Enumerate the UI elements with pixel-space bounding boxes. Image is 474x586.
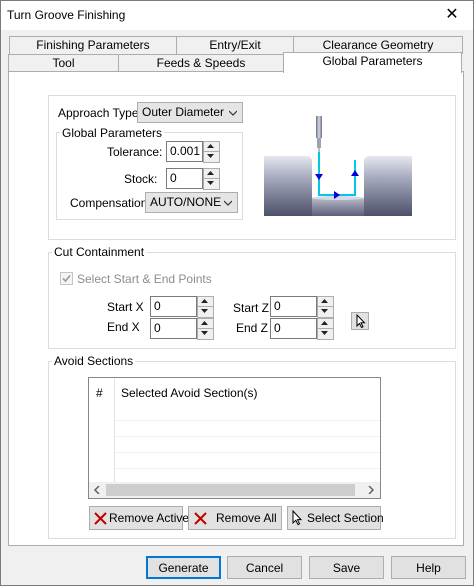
tolerance-field[interactable]: 0.001: [166, 141, 203, 162]
arrow-up-icon: [201, 299, 208, 303]
remove-all-button[interactable]: Remove All: [188, 506, 282, 530]
grid-line: [115, 420, 380, 421]
end-z-label: End Z: [236, 321, 269, 335]
chevron-down-icon: [224, 200, 232, 206]
red-x-icon: [94, 512, 107, 525]
scroll-right-icon[interactable]: [367, 486, 375, 494]
tab-tool[interactable]: Tool: [8, 54, 119, 72]
end-x-spinner[interactable]: [197, 318, 214, 340]
arrow-down-icon: [201, 331, 208, 335]
approach-type-select[interactable]: Outer Diameter: [137, 102, 243, 123]
save-button[interactable]: Save: [309, 556, 384, 579]
stock-label: Stock:: [124, 172, 158, 186]
chevron-down-icon: [229, 110, 237, 116]
help-button[interactable]: Help: [391, 556, 466, 579]
tab-finishing-parameters[interactable]: Finishing Parameters: [9, 36, 177, 54]
groove-illustration: [264, 116, 412, 216]
arrow-down-icon: [207, 154, 214, 158]
global-parameters-title: Global Parameters: [60, 126, 165, 140]
close-icon[interactable]: ✕: [445, 6, 458, 23]
scroll-left-icon[interactable]: [93, 486, 101, 494]
window-title: Turn Groove Finishing: [7, 8, 126, 22]
tolerance-label: Tolerance:: [107, 145, 163, 159]
end-z-field[interactable]: 0: [270, 318, 317, 339]
grid-line: [115, 436, 380, 437]
cancel-button[interactable]: Cancel: [227, 556, 302, 579]
checkmark-icon: [62, 274, 71, 283]
start-z-label: Start Z: [233, 301, 270, 315]
avoid-sections-title: Avoid Sections: [52, 354, 136, 368]
arrow-up-icon: [321, 299, 328, 303]
select-section-button[interactable]: Select Section: [287, 506, 384, 530]
select-points-checkbox[interactable]: [60, 272, 73, 285]
title-bar: Turn Groove Finishing ✕: [1, 1, 473, 30]
arrow-down-icon: [321, 309, 328, 313]
red-x-icon: [194, 512, 207, 525]
compensation-select[interactable]: AUTO/NONE: [145, 192, 238, 213]
start-x-label: Start X: [107, 300, 144, 314]
tab-feeds-speeds[interactable]: Feeds & Speeds: [118, 54, 284, 72]
tab-global-parameters[interactable]: Global Parameters: [283, 52, 462, 73]
arrow-down-icon: [201, 309, 208, 313]
column-divider: [114, 378, 115, 482]
horizontal-scrollbar[interactable]: [89, 482, 380, 498]
spin-down-button[interactable]: [203, 151, 220, 163]
spin-down-button[interactable]: [203, 178, 220, 190]
avoid-sections-list[interactable]: # Selected Avoid Section(s): [88, 377, 381, 499]
select-points-label: Select Start & End Points: [77, 272, 212, 286]
cursor-arrow-icon: [356, 313, 366, 329]
start-z-spinner[interactable]: [317, 296, 334, 318]
approach-type-label: Approach Type: [58, 106, 139, 120]
compensation-label: Compensation:: [70, 196, 151, 210]
spin-down-button[interactable]: [317, 306, 334, 318]
start-x-spinner[interactable]: [197, 296, 214, 318]
scrollbar-thumb[interactable]: [106, 484, 355, 496]
start-x-field[interactable]: 0: [150, 296, 197, 317]
end-x-field[interactable]: 0: [150, 318, 197, 339]
start-z-field[interactable]: 0: [270, 296, 317, 317]
cursor-arrow-icon: [292, 510, 303, 526]
tab-entry-exit[interactable]: Entry/Exit: [176, 36, 294, 54]
grid-line: [115, 452, 380, 453]
column-header-section[interactable]: Selected Avoid Section(s): [121, 386, 258, 400]
column-header-number[interactable]: #: [96, 386, 103, 400]
spin-down-button[interactable]: [197, 328, 214, 340]
stock-spinner[interactable]: [203, 168, 220, 190]
remove-active-button[interactable]: Remove Active: [89, 506, 189, 530]
list-header: # Selected Avoid Section(s): [89, 378, 380, 482]
arrow-up-icon: [207, 144, 214, 148]
spin-down-button[interactable]: [317, 328, 334, 340]
pick-points-button[interactable]: [351, 312, 369, 330]
close-button[interactable]: ✕: [435, 5, 469, 27]
arrow-down-icon: [321, 331, 328, 335]
spin-down-button[interactable]: [197, 306, 214, 318]
stock-field[interactable]: 0: [166, 168, 203, 189]
generate-button[interactable]: Generate: [146, 556, 221, 579]
end-x-label: End X: [107, 320, 140, 334]
arrow-down-icon: [207, 181, 214, 185]
cut-containment-title: Cut Containment: [52, 245, 147, 259]
tolerance-spinner[interactable]: [203, 141, 220, 163]
grid-line: [115, 468, 380, 469]
arrow-up-icon: [207, 171, 214, 175]
end-z-spinner[interactable]: [317, 318, 334, 340]
arrow-up-icon: [201, 321, 208, 325]
arrow-up-icon: [321, 321, 328, 325]
